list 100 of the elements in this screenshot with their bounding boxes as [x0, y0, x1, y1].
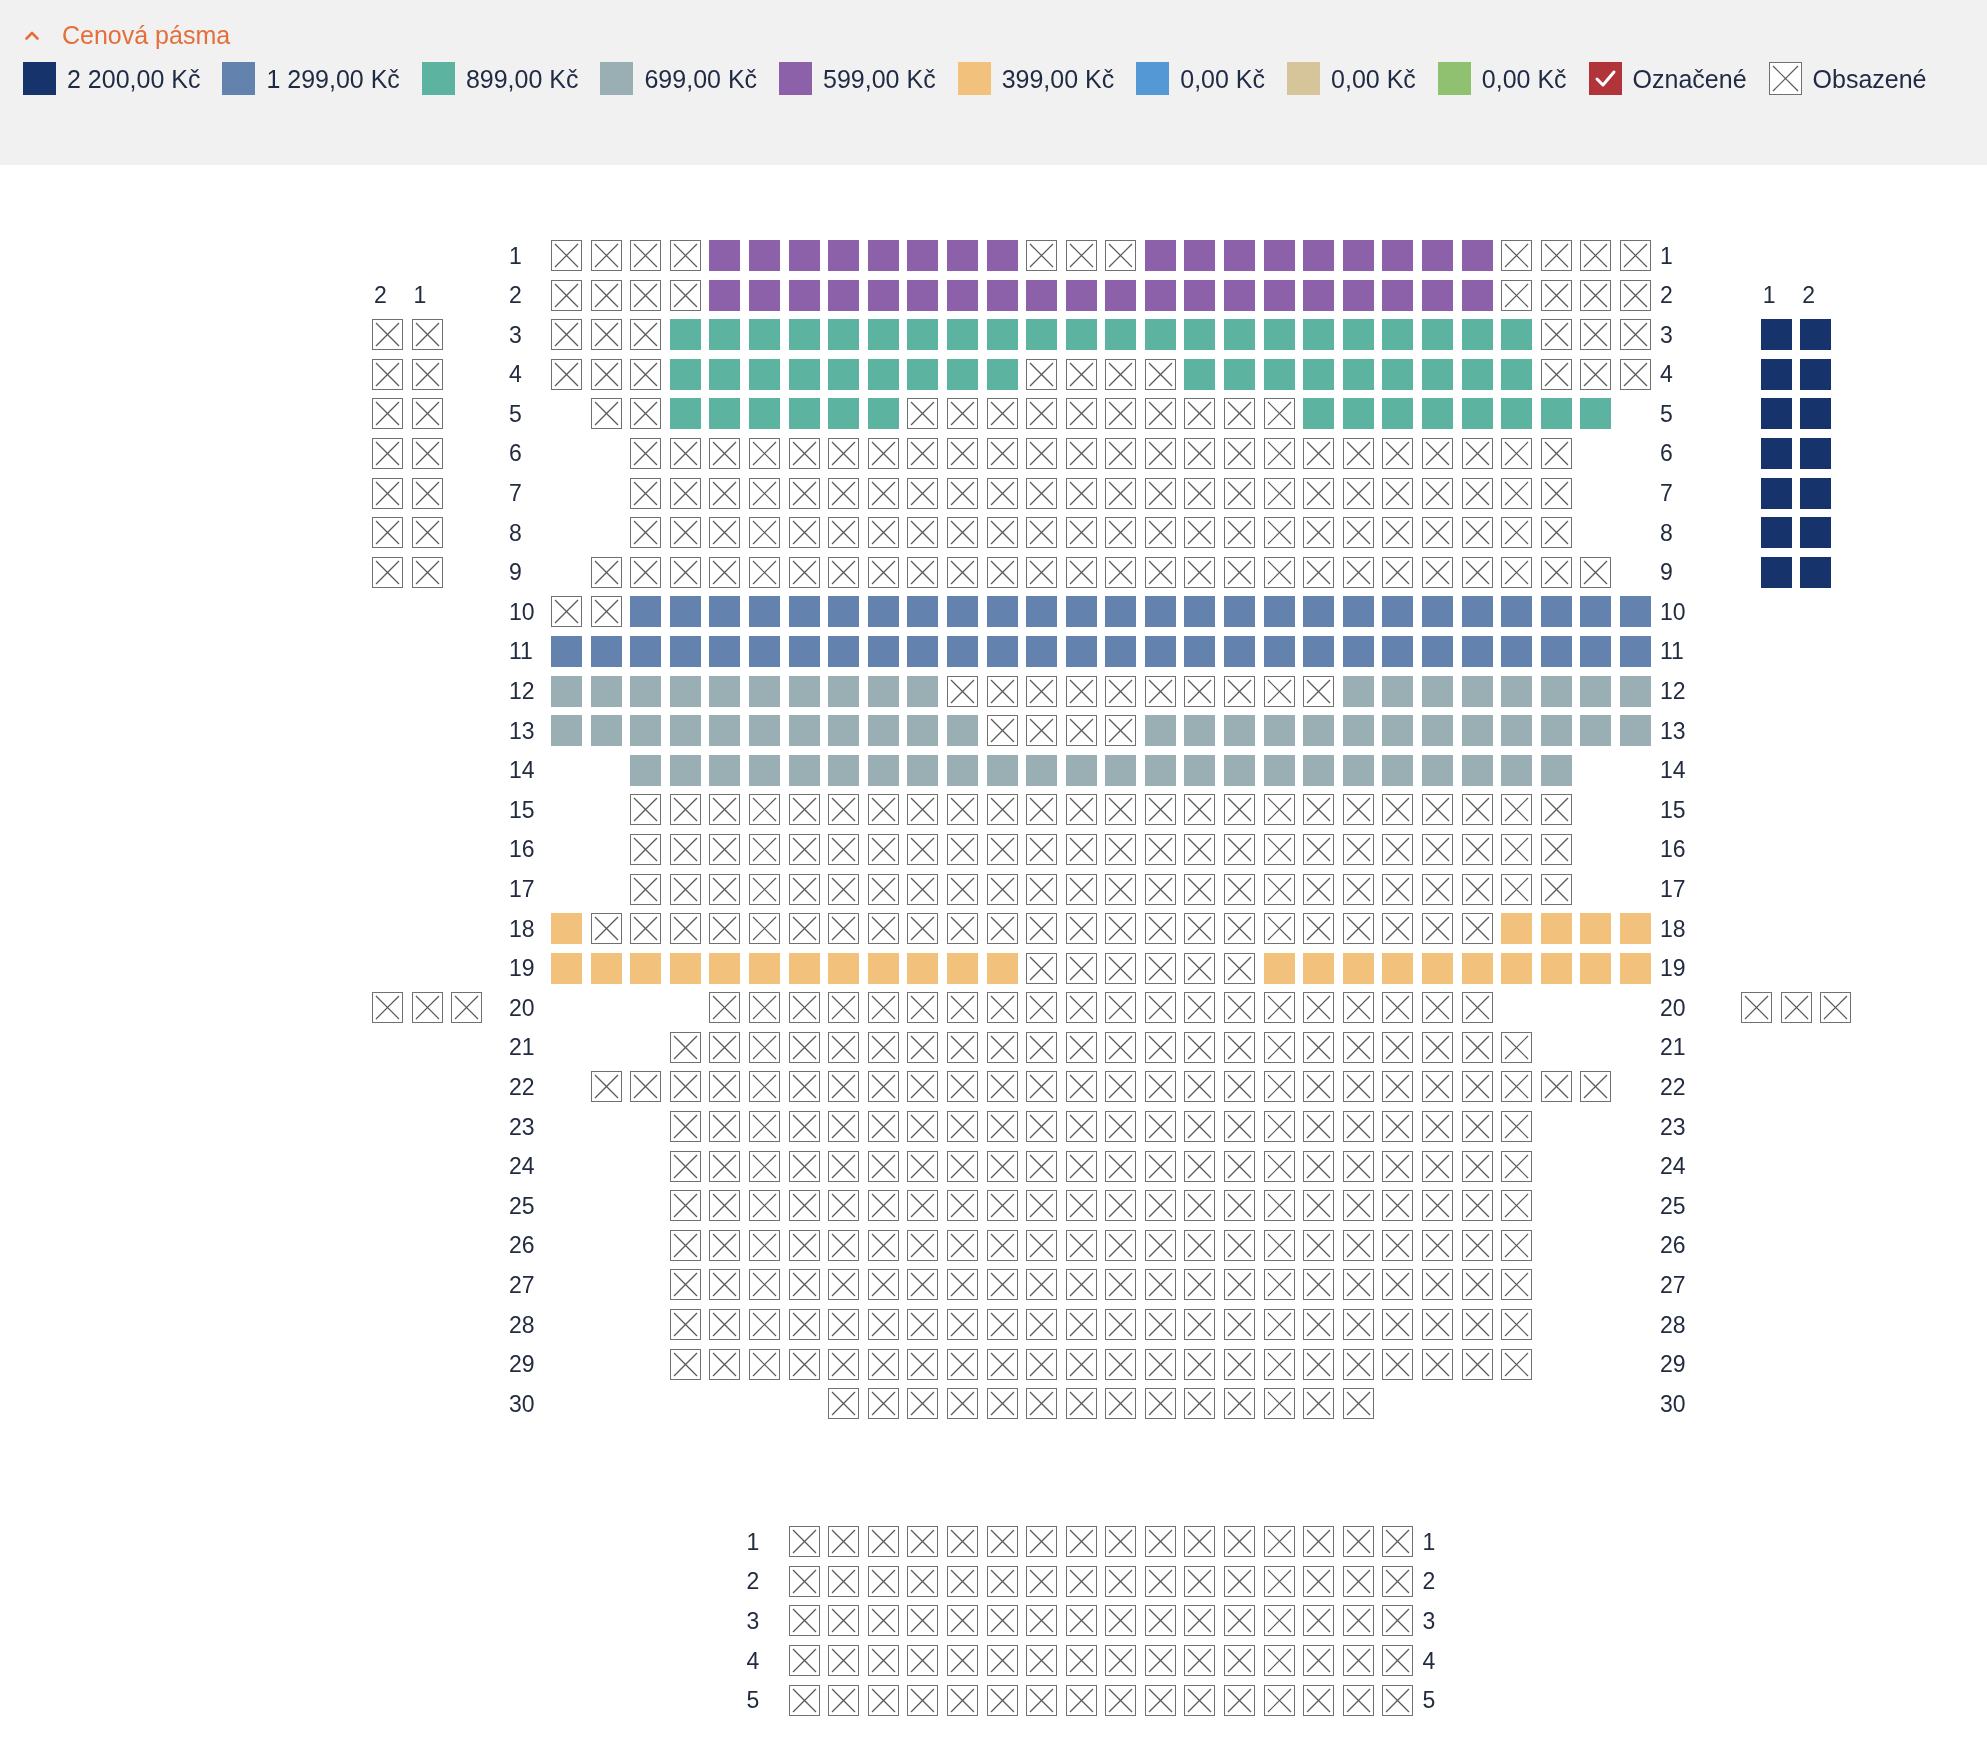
seat[interactable]: [1800, 358, 1832, 390]
row-number: 13: [509, 717, 535, 744]
row-number: 1: [509, 242, 522, 269]
seat[interactable]: [1760, 477, 1792, 509]
legend-label: 399,00 Kč: [1001, 63, 1115, 94]
row-number: 24: [1660, 1153, 1686, 1180]
row-number: 5: [1660, 400, 1673, 427]
seat[interactable]: [1760, 517, 1792, 549]
row-number: 15: [509, 796, 535, 823]
row-number: 25: [509, 1192, 535, 1219]
row-number: 27: [1660, 1271, 1686, 1298]
row-number: 20: [509, 994, 535, 1021]
row-number: 1: [746, 1528, 760, 1555]
row-number: 12: [1660, 678, 1686, 705]
row-number: 1: [1422, 1528, 1436, 1555]
seat[interactable]: [1760, 398, 1792, 430]
row-number: 8: [509, 519, 522, 546]
row-number: 16: [509, 836, 535, 863]
row-number: 18: [1660, 915, 1686, 942]
row-number: 30: [509, 1390, 535, 1417]
row-number: 20: [1660, 994, 1686, 1021]
legend-label: Označené: [1632, 63, 1747, 94]
row-number: 3: [1422, 1607, 1436, 1634]
legend-label: 0,00 Kč: [1331, 63, 1416, 94]
row-number: 7: [1660, 480, 1673, 507]
legend-label: 2 200,00 Kč: [67, 63, 201, 94]
row-number: 21: [509, 1034, 535, 1061]
row-number: 5: [509, 400, 522, 427]
seat[interactable]: [1800, 319, 1832, 351]
row-number: 8: [1660, 519, 1673, 546]
seat[interactable]: [1760, 319, 1792, 351]
row-number: 11: [509, 638, 533, 665]
row-number: 13: [1660, 717, 1686, 744]
column-number: 2: [374, 282, 387, 309]
seat[interactable]: [1760, 437, 1792, 469]
seat[interactable]: [1800, 556, 1832, 588]
row-number: 3: [1660, 321, 1673, 348]
legend-label: 0,00 Kč: [1481, 63, 1567, 94]
row-number: 2: [746, 1568, 760, 1595]
seat[interactable]: [1800, 477, 1832, 509]
legend-label: Obsazené: [1812, 63, 1927, 94]
row-number: 17: [1660, 876, 1686, 902]
row-number: 25: [1660, 1192, 1686, 1219]
row-number: 23: [509, 1113, 535, 1140]
row-number: 1: [1660, 242, 1673, 269]
row-number: 29: [509, 1351, 535, 1378]
row-number: 10: [509, 598, 535, 625]
row-number: 5: [746, 1687, 760, 1714]
row-number: 29: [1660, 1351, 1686, 1378]
row-number: 4: [746, 1647, 760, 1674]
seat[interactable]: [1760, 358, 1792, 390]
row-number: 4: [1660, 361, 1673, 388]
row-number: 2: [509, 282, 522, 309]
row-number: 23: [1660, 1113, 1686, 1140]
price-bands-toggle[interactable]: Cenová pásma: [23, 20, 231, 50]
row-number: 3: [746, 1607, 760, 1634]
row-number: 19: [1660, 955, 1686, 982]
row-number: 9: [509, 559, 522, 586]
row-number: 9: [1660, 559, 1673, 586]
seat[interactable]: [1800, 517, 1832, 549]
legend-label: 699,00 Kč: [644, 63, 758, 94]
crossed-box-icon: [1768, 62, 1802, 95]
row-number: 7: [509, 480, 522, 507]
row-number: 26: [509, 1232, 535, 1259]
row-number: 4: [1422, 1647, 1436, 1674]
legend-label: 0,00 Kč: [1180, 63, 1266, 94]
column-number: 2: [1802, 282, 1816, 309]
row-number: 6: [1660, 440, 1673, 467]
legend-label: 1 299,00 Kč: [266, 63, 400, 94]
row-number: 30: [1660, 1390, 1686, 1417]
column-number: 1: [1762, 282, 1776, 309]
row-number: 22: [1660, 1073, 1686, 1100]
row-number: 28: [1660, 1311, 1686, 1338]
row-number: 2: [1660, 282, 1673, 309]
row-number: 18: [509, 915, 535, 942]
seat[interactable]: [1760, 556, 1792, 588]
seat[interactable]: [1800, 398, 1832, 430]
row-number: 11: [1660, 638, 1684, 665]
legend-label: 899,00 Kč: [465, 63, 579, 94]
row-number: 15: [1660, 796, 1686, 823]
row-number: 16: [1660, 836, 1686, 863]
column-number: 1: [413, 282, 427, 309]
row-number: 22: [509, 1073, 535, 1100]
legend-label: 599,00 Kč: [823, 63, 936, 94]
row-number: 14: [1660, 757, 1686, 784]
row-number: 5: [1422, 1687, 1436, 1714]
row-number: 2: [1422, 1568, 1436, 1595]
row-number: 21: [1660, 1034, 1686, 1061]
row-number: 4: [509, 361, 522, 388]
row-number: 27: [509, 1271, 535, 1298]
row-number: 10: [1660, 598, 1686, 625]
row-number: 28: [509, 1311, 535, 1338]
row-number: 24: [509, 1153, 535, 1180]
row-number: 6: [509, 440, 522, 467]
row-number: 17: [509, 876, 535, 902]
row-number: 26: [1660, 1232, 1686, 1259]
seat[interactable]: [1800, 437, 1832, 469]
row-number: 12: [509, 678, 535, 705]
row-number: 14: [509, 757, 535, 784]
row-number: 3: [509, 321, 522, 348]
